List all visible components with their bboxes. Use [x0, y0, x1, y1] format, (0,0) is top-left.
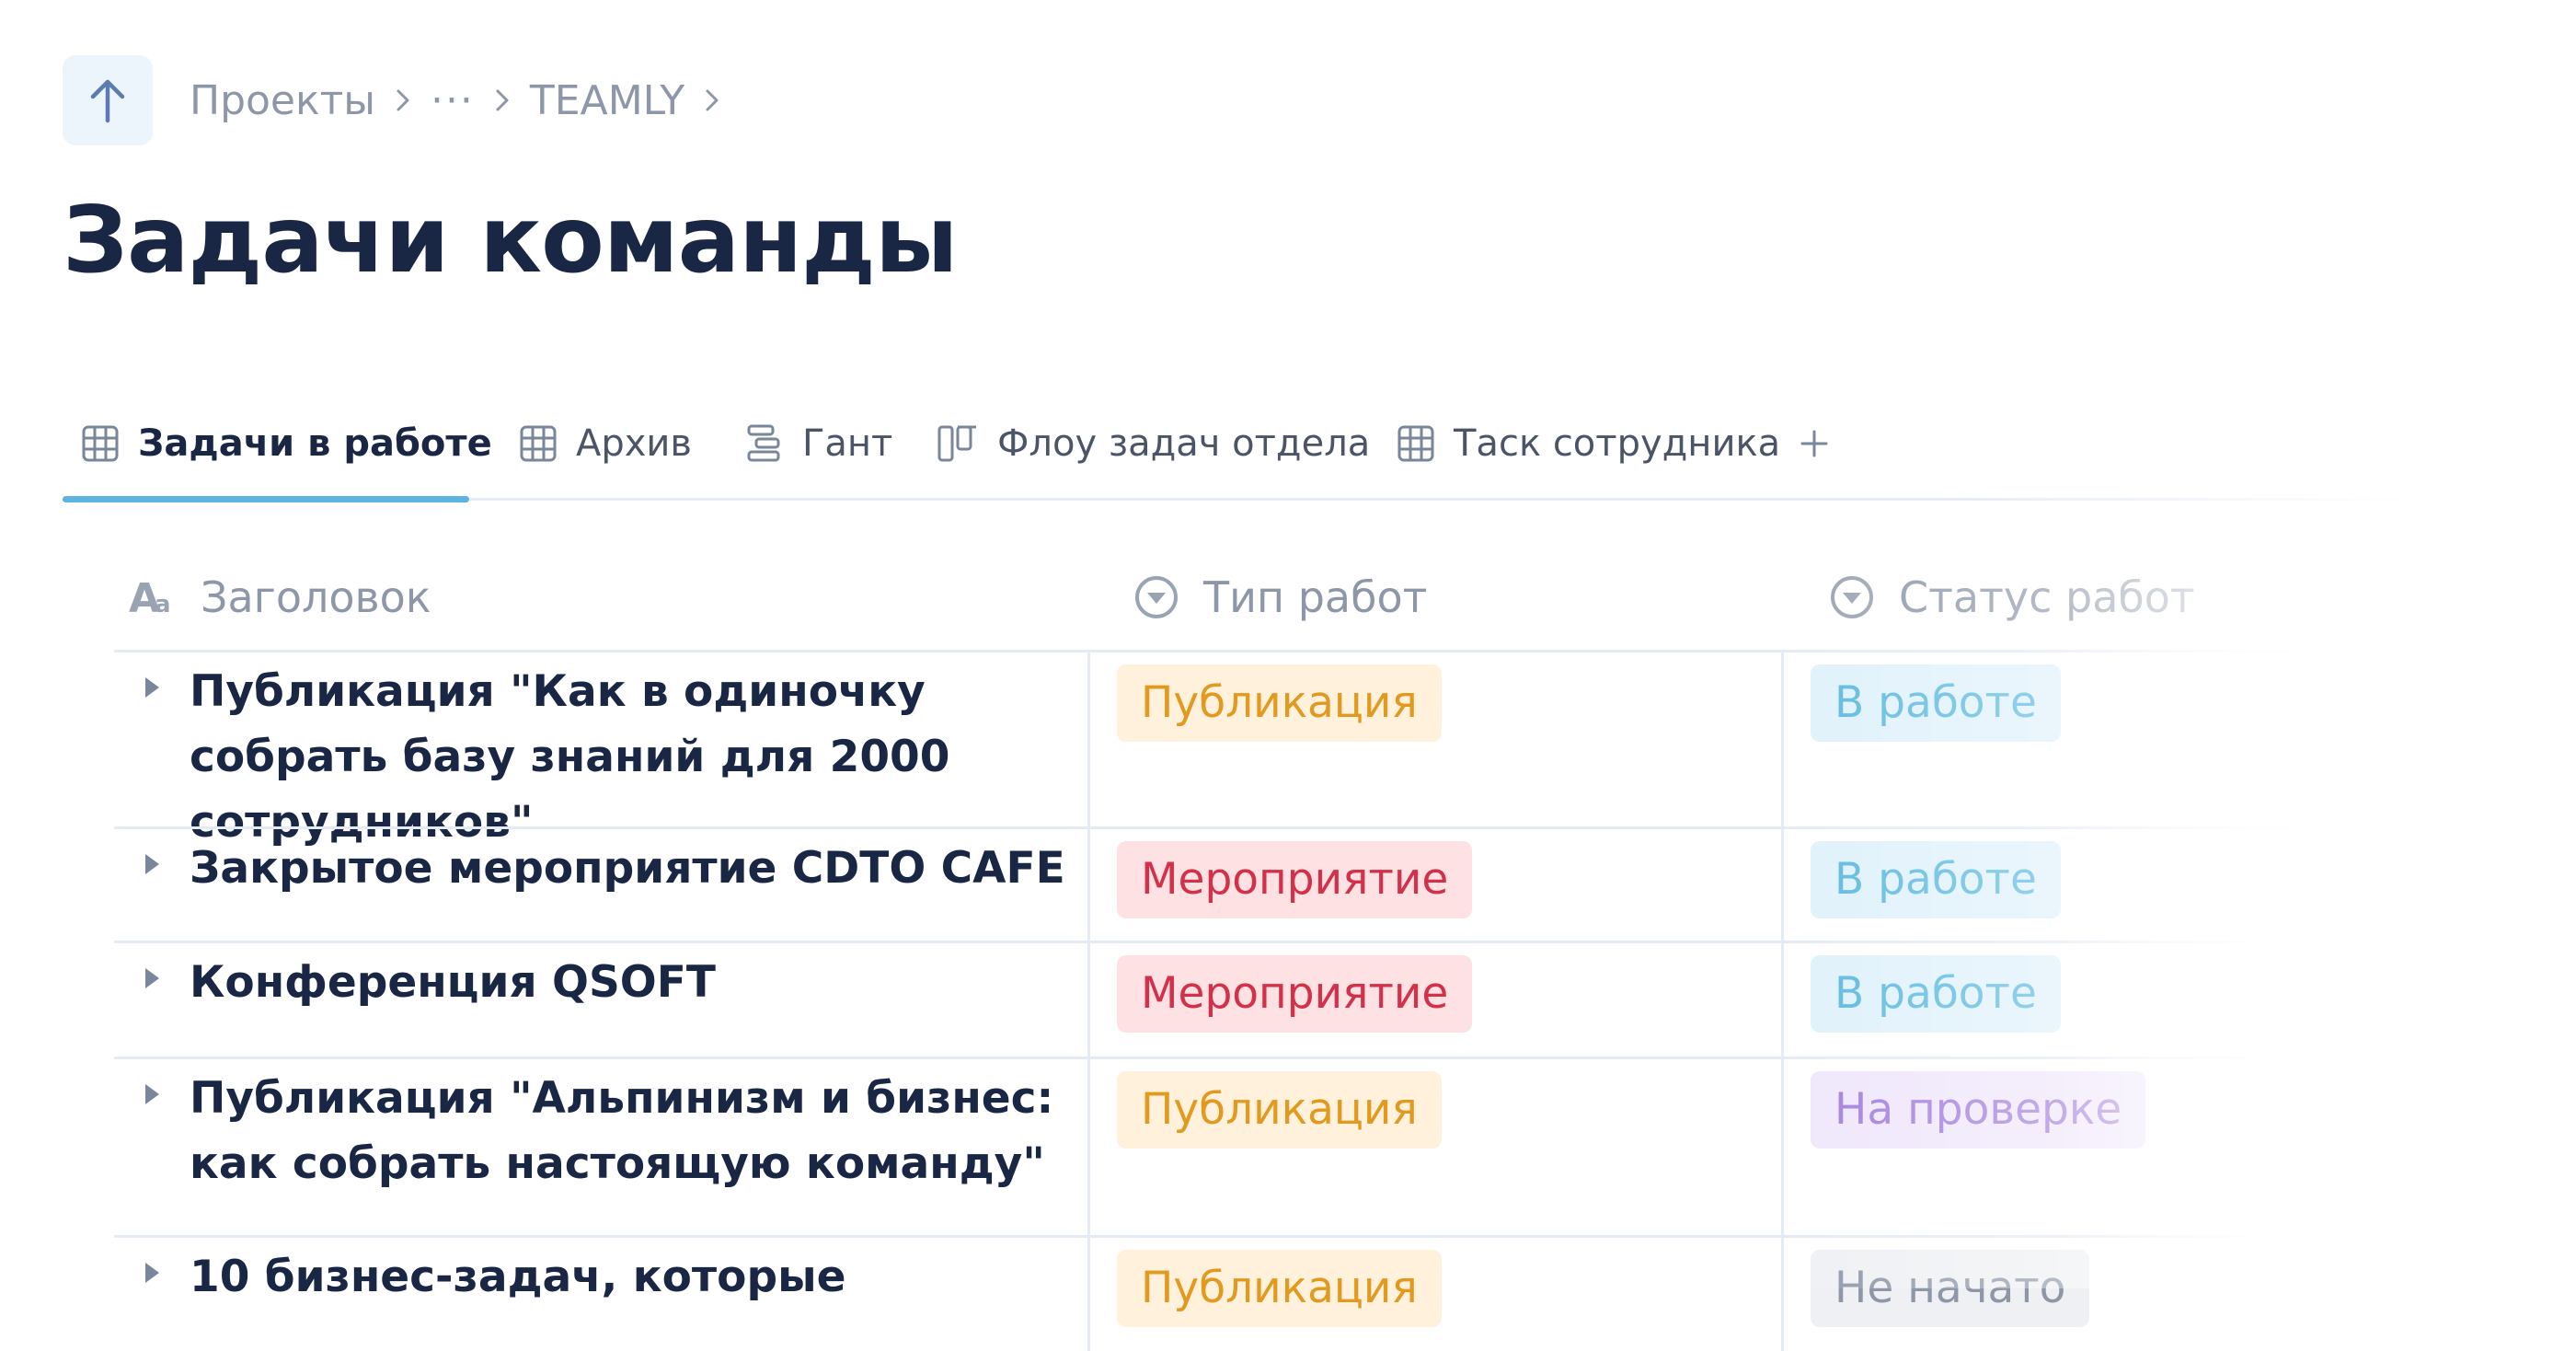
column-divider — [1087, 652, 1090, 828]
column-divider — [1087, 942, 1090, 1057]
column-divider — [1781, 652, 1784, 828]
column-divider — [1087, 828, 1090, 942]
column-divider — [1781, 942, 1784, 1057]
tab-label: Таск сотрудника — [1454, 422, 1781, 465]
tab-archive[interactable]: Архив — [519, 387, 692, 501]
work-type-tag[interactable]: Мероприятие — [1117, 841, 1473, 918]
select-icon — [1829, 574, 1875, 620]
row-title[interactable]: Публикация "Как в одиночку собрать базу … — [190, 652, 1093, 855]
table-row[interactable]: 10 бизнес-задач, которые Публикация Не н… — [114, 1237, 2405, 1351]
table-row[interactable]: Публикация "Как в одиночку собрать базу … — [114, 652, 2405, 848]
column-divider — [1781, 828, 1784, 942]
row-title[interactable]: 10 бизнес-задач, которые — [190, 1237, 845, 1310]
svg-text:a: a — [155, 591, 171, 616]
text-type-icon: Aa — [129, 579, 177, 616]
breadcrumb-item-projects[interactable]: Проекты — [190, 77, 375, 124]
chevron-right-icon — [396, 88, 410, 112]
breadcrumb-item-teamly[interactable]: TEAMLY — [530, 77, 684, 124]
add-view-button[interactable] — [1800, 387, 1829, 501]
table-row[interactable]: Закрытое мероприятие CDTO CAFE Мероприят… — [114, 828, 2405, 942]
plus-icon — [1800, 430, 1828, 457]
expand-caret-icon[interactable] — [114, 828, 190, 901]
row-title[interactable]: Конференция QSOFT — [190, 942, 716, 1015]
arrow-up-icon — [90, 79, 125, 123]
column-divider — [1087, 1058, 1090, 1237]
table-header: Aa Заголовок Тип работ Статус работ — [114, 543, 2405, 652]
tab-department-flow[interactable]: Флоу задач отдела — [937, 387, 1370, 501]
column-header-label: Заголовок — [201, 572, 431, 622]
column-divider — [1087, 1237, 1090, 1351]
status-tag[interactable]: На проверке — [1811, 1071, 2146, 1149]
expand-caret-icon[interactable] — [114, 1237, 190, 1310]
tab-employee-task[interactable]: Таск сотрудника — [1397, 387, 1780, 501]
table-icon — [81, 424, 120, 463]
select-icon — [1133, 574, 1179, 620]
tab-label: Задачи в работе — [138, 422, 492, 465]
chevron-right-icon — [705, 88, 719, 112]
table-icon — [519, 424, 558, 463]
navigate-up-button[interactable] — [63, 55, 153, 145]
column-header-label: Тип работ — [1203, 572, 1428, 622]
status-tag[interactable]: В работе — [1811, 841, 2061, 918]
status-tag[interactable]: Не начато — [1811, 1250, 2090, 1327]
expand-caret-icon[interactable] — [114, 652, 190, 855]
breadcrumb: Проекты ··· TEAMLY — [63, 55, 740, 145]
work-type-tag[interactable]: Публикация — [1117, 664, 1442, 742]
page-title: Задачи команды — [63, 186, 958, 294]
tab-gantt[interactable]: Гант — [745, 387, 892, 501]
chevron-right-icon — [495, 88, 510, 112]
column-header-work-type[interactable]: Тип работ — [1133, 543, 1427, 652]
work-type-tag[interactable]: Публикация — [1117, 1250, 1442, 1327]
expand-caret-icon[interactable] — [114, 942, 190, 1015]
breadcrumb-more[interactable]: ··· — [431, 77, 475, 124]
table-row[interactable]: Публикация "Альпинизм и бизнес: как собр… — [114, 1058, 2405, 1237]
tab-label: Гант — [802, 422, 893, 465]
tab-tasks-in-progress[interactable]: Задачи в работе — [81, 387, 492, 501]
column-header-work-status[interactable]: Статус работ — [1829, 543, 2195, 652]
tab-label: Флоу задач отдела — [997, 422, 1371, 465]
column-divider — [1781, 1058, 1784, 1237]
table-icon — [1397, 424, 1435, 463]
column-header-label: Статус работ — [1899, 572, 2195, 622]
column-header-title[interactable]: Aa Заголовок — [129, 543, 431, 652]
row-title[interactable]: Публикация "Альпинизм и бизнес: как собр… — [190, 1058, 1093, 1196]
work-type-tag[interactable]: Публикация — [1117, 1071, 1442, 1149]
work-type-tag[interactable]: Мероприятие — [1117, 955, 1473, 1033]
view-tabs: Задачи в работе Архив Гант Флоу задач от… — [63, 387, 2409, 502]
kanban-icon — [937, 424, 979, 463]
active-tab-indicator — [63, 496, 469, 502]
status-tag[interactable]: В работе — [1811, 664, 2061, 742]
table-row[interactable]: Конференция QSOFT Мероприятие В работе — [114, 942, 2405, 1057]
row-title[interactable]: Закрытое мероприятие CDTO CAFE — [190, 828, 1065, 901]
expand-caret-icon[interactable] — [114, 1058, 190, 1196]
column-divider — [1781, 1237, 1784, 1351]
gantt-icon — [745, 422, 784, 465]
status-tag[interactable]: В работе — [1811, 955, 2061, 1033]
tab-label: Архив — [576, 422, 692, 465]
tasks-table: Aa Заголовок Тип работ Статус работ Публ… — [114, 543, 2405, 1351]
